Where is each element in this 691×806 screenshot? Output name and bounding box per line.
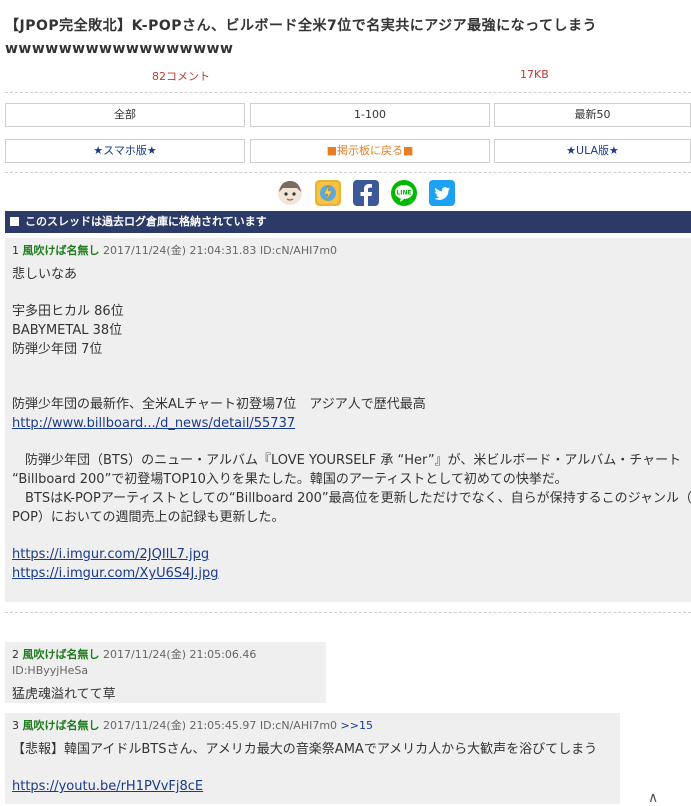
- post-text: 防弾少年団の最新作、全米ALチャート初登場7位 アジア人で歴代最高: [12, 397, 426, 412]
- lightning-icon[interactable]: [315, 180, 341, 206]
- range-1-100-button[interactable]: 1-100: [250, 103, 490, 127]
- svg-text:LINE: LINE: [396, 190, 411, 197]
- smartphone-version-button[interactable]: ★スマホ版★: [5, 139, 245, 163]
- post-body: 悲しいなあ 宇多田ヒカル 86位 BABYMETAL 38位 防弾少年団 7位 …: [12, 265, 691, 583]
- post-header: 2 風吹けば名無し 2017/11/24(金) 21:05:06.46 ID:H…: [12, 647, 319, 679]
- facebook-icon[interactable]: [353, 180, 379, 206]
- post-text: BABYMETAL 38位: [12, 323, 123, 338]
- thread-title-line2: wwwwwwwwwwwwwwwww: [5, 41, 234, 57]
- post-text: 【悲報】韓国アイドルBTSさん、アメリカ最大の音楽祭AMAでアメリカ人から大歓声…: [12, 742, 598, 757]
- post-date: 2017/11/24(金) 21:05:06.46: [103, 648, 257, 661]
- poster-id[interactable]: ID:cN/AHI7m0: [260, 244, 337, 257]
- poster-name: 風吹けば名無し: [22, 719, 100, 732]
- thread-title: 【JPOP完全敗北】K-POPさん、ビルボード全米7位で名実共にアジア最強になっ…: [5, 15, 685, 61]
- post-text: 悲しいなあ: [12, 267, 78, 282]
- square-icon: [10, 217, 19, 226]
- poster-name: 風吹けば名無し: [22, 244, 100, 257]
- reply-ref-link[interactable]: >>15: [341, 719, 373, 732]
- post-text: POP）においての週間売上の記録も更新した。: [12, 510, 285, 525]
- divider: [5, 612, 691, 613]
- ula-version-button[interactable]: ★ULA版★: [494, 139, 691, 163]
- post-text: 防弾少年団（BTS）のニュー・アルバム『LOVE YOURSELF 承 “Her…: [12, 453, 682, 468]
- thread-title-line1: 【JPOP完全敗北】K-POPさん、ビルボード全米7位で名実共にアジア最強になっ…: [5, 18, 597, 34]
- all-posts-button[interactable]: 全部: [5, 103, 245, 127]
- post-date: 2017/11/24(金) 21:05:45.97: [103, 719, 257, 732]
- divider: [5, 92, 691, 93]
- line-icon[interactable]: LINE: [391, 180, 417, 206]
- thread-size: 17KB: [520, 68, 549, 81]
- post-link[interactable]: https://i.imgur.com/XyU6S4J.jpg: [12, 566, 219, 581]
- range-nav: 全部 1-100 最新50: [0, 103, 691, 129]
- version-nav: ★スマホ版★ ■掲示板に戻る■ ★ULA版★: [0, 139, 691, 165]
- latest-50-button[interactable]: 最新50: [494, 103, 691, 127]
- avatar-icon[interactable]: [277, 180, 303, 206]
- post-text: “Billboard 200”で初登場TOP10入りを果たした。韓国のアーティス…: [12, 472, 568, 487]
- post-text: 宇多田ヒカル 86位: [12, 304, 124, 319]
- post-link[interactable]: https://i.imgur.com/2JQIlL7.jpg: [12, 547, 209, 562]
- post-body: 猛虎魂溢れてて草: [12, 685, 319, 704]
- post-2: 2 風吹けば名無し 2017/11/24(金) 21:05:06.46 ID:H…: [5, 642, 326, 703]
- post-header: 3 風吹けば名無し 2017/11/24(金) 21:05:45.97 ID:c…: [12, 718, 613, 734]
- post-number[interactable]: 1: [12, 244, 19, 257]
- twitter-icon[interactable]: [429, 180, 455, 206]
- post-header: 1 風吹けば名無し 2017/11/24(金) 21:04:31.83 ID:c…: [12, 243, 684, 259]
- archived-banner-text: このスレッドは過去ログ倉庫に格納されています: [25, 215, 267, 228]
- post-link[interactable]: https://youtu.be/rH1PVvFj8cE: [12, 779, 203, 794]
- comment-count: 82コメント: [152, 70, 210, 83]
- post-text: 猛虎魂溢れてて草: [12, 687, 116, 702]
- post-3: 3 風吹けば名無し 2017/11/24(金) 21:05:45.97 ID:c…: [5, 713, 620, 804]
- poster-name: 風吹けば名無し: [22, 648, 100, 661]
- archived-banner: このスレッドは過去ログ倉庫に格納されています: [5, 211, 691, 233]
- post-text: BTSはK-POPアーティストとしての“Billboard 200”最高位を更新…: [12, 491, 691, 506]
- divider: [5, 172, 691, 173]
- post-date: 2017/11/24(金) 21:04:31.83: [103, 244, 257, 257]
- back-to-board-button[interactable]: ■掲示板に戻る■: [250, 139, 490, 163]
- poster-id[interactable]: ID:cN/AHI7m0: [260, 719, 337, 732]
- post-number[interactable]: 2: [12, 648, 19, 661]
- thread-meta: 82コメント 17KB: [0, 68, 691, 84]
- post-text: 防弾少年団 7位: [12, 342, 103, 357]
- poster-id[interactable]: ID:HByyjHeSa: [12, 664, 88, 677]
- post-link[interactable]: http://www.billboard.../d_news/detail/55…: [12, 416, 295, 431]
- post-1: 1 風吹けば名無し 2017/11/24(金) 21:04:31.83 ID:c…: [5, 238, 691, 602]
- post-body: 【悲報】韓国アイドルBTSさん、アメリカ最大の音楽祭AMAでアメリカ人から大歓声…: [12, 740, 613, 796]
- post-number[interactable]: 3: [12, 719, 19, 732]
